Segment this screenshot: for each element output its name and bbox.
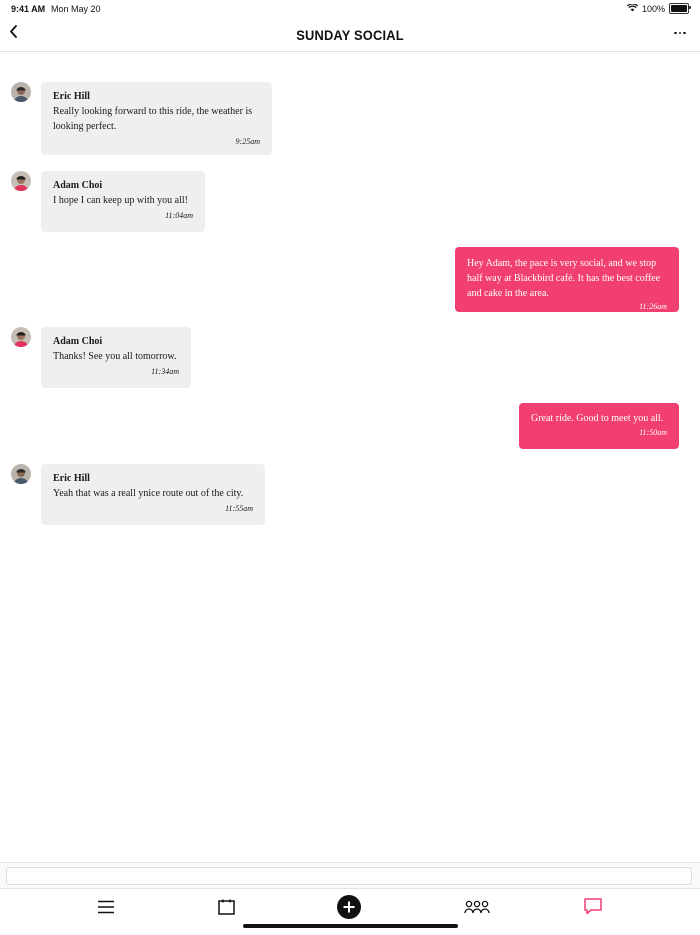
tab-people[interactable] [464, 897, 490, 921]
tab-menu[interactable] [94, 897, 118, 921]
more-dot-icon [674, 31, 677, 35]
tab-add[interactable] [337, 894, 361, 924]
add-icon [337, 894, 361, 924]
message-sender: Adam Choi [53, 180, 103, 191]
avatar-adam-choi[interactable] [11, 327, 31, 347]
nav-bar: SUNDAY SOCIAL [0, 18, 700, 52]
message-text: Hey Adam, the pace is very social, and w… [467, 258, 661, 299]
tab-chat[interactable] [581, 897, 605, 921]
message-time: 11:34am [151, 367, 179, 376]
message-sender: Eric Hill [53, 91, 90, 102]
message-time: 11:26am [639, 302, 667, 311]
more-dot-icon [683, 31, 686, 35]
message-bubble[interactable]: Adam Choi Thanks! See you all tomorrow. … [41, 327, 191, 388]
message-bubble[interactable]: Great ride. Good to meet you all. 11:50a… [519, 403, 679, 449]
message-time: 9:25am [235, 137, 260, 146]
message-bubble[interactable]: Hey Adam, the pace is very social, and w… [455, 247, 679, 312]
status-indicators: 100% [626, 2, 691, 14]
status-date: Mon May 20 [51, 4, 101, 14]
wifi-icon [626, 2, 639, 14]
status-time: 9:41 AM [11, 4, 46, 14]
message-sender: Adam Choi [53, 336, 103, 347]
menu-icon [97, 900, 115, 919]
message-text: Thanks! See you all tomorrow. [53, 351, 177, 362]
message-time: 11:04am [165, 211, 193, 220]
back-button[interactable] [4, 23, 22, 45]
status-bar: 9:41 AM Mon May 20 100% [0, 0, 700, 18]
message-text: I hope I can keep up with you all! [53, 195, 188, 206]
message-input[interactable] [6, 867, 692, 885]
message-text: Great ride. Good to meet you all. [531, 413, 664, 424]
message-time: 11:55am [225, 504, 253, 513]
calendar-icon [217, 899, 235, 920]
message-text: Yeah that was a reall ynice route out of… [53, 488, 244, 499]
page-title: SUNDAY SOCIAL [296, 27, 404, 43]
more-options-button[interactable] [670, 26, 690, 40]
chevron-left-icon [9, 25, 18, 43]
message-composer [0, 862, 700, 889]
tab-calendar[interactable] [214, 897, 238, 921]
avatar-eric-hill[interactable] [11, 464, 31, 484]
message-bubble[interactable]: Adam Choi I hope I can keep up with you … [41, 171, 205, 232]
battery-icon [669, 3, 691, 14]
message-bubble[interactable]: Eric Hill Yeah that was a reall ynice ro… [41, 464, 265, 525]
battery-level [671, 5, 687, 12]
message-thread[interactable]: Eric Hill Really looking forward to this… [0, 52, 700, 862]
avatar-eric-hill[interactable] [11, 82, 31, 102]
avatar-adam-choi[interactable] [11, 171, 31, 191]
message-bubble[interactable]: Eric Hill Really looking forward to this… [41, 82, 272, 155]
battery-percent: 100% [641, 3, 665, 14]
message-text: Really looking forward to this ride, the… [53, 106, 253, 132]
more-dot-icon [678, 31, 682, 35]
message-time: 11:50am [639, 428, 667, 437]
message-sender: Eric Hill [53, 473, 90, 484]
chat-icon [584, 898, 602, 920]
home-indicator [243, 924, 458, 928]
people-icon [464, 900, 490, 919]
